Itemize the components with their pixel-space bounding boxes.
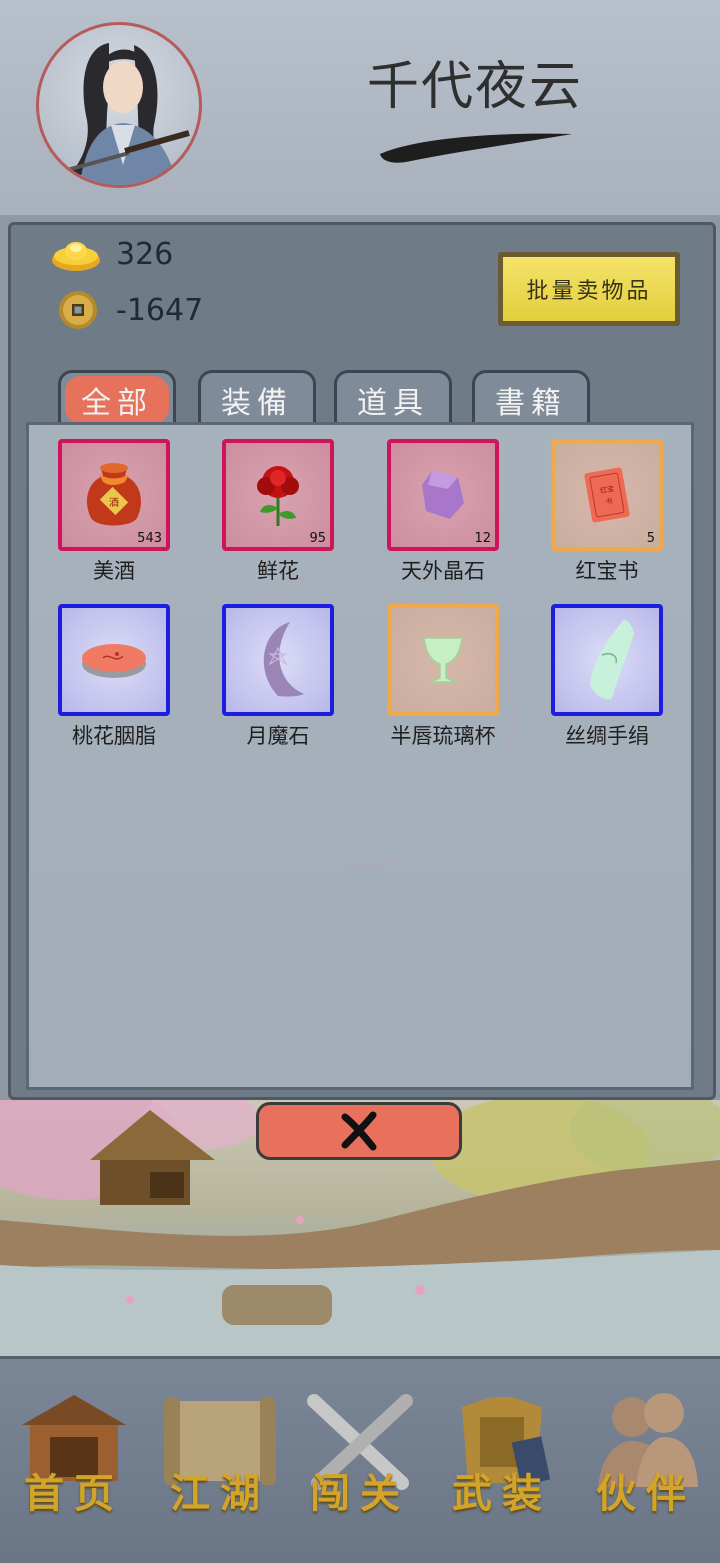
tab-props[interactable]: 道具 (334, 370, 452, 426)
silk-handkerchief-icon (590, 619, 634, 700)
item-frame (58, 604, 170, 716)
item-frame (387, 604, 499, 716)
tab-equipment-label: 装備 (221, 385, 293, 421)
red-book-icon: 红宝 书 (584, 467, 630, 523)
item-frame: 95 (222, 439, 334, 551)
bottom-navigation: 首页 江湖 闯关 武装 伙伴 (0, 1356, 720, 1563)
character-portrait-icon (48, 43, 190, 185)
copper-coin-balance: -1647 (50, 290, 203, 330)
item-name: 月魔石 (246, 724, 310, 748)
close-button[interactable] (256, 1102, 462, 1160)
item-name: 半唇琉璃杯 (390, 724, 496, 748)
item-count: 543 (137, 531, 162, 546)
inventory-item[interactable]: 半唇琉璃杯 (387, 604, 499, 750)
item-count: 12 (474, 531, 491, 546)
nav-home-label: 首页 (24, 1470, 124, 1517)
item-name: 红宝书 (575, 559, 639, 583)
nav-challenge[interactable]: 闯关 (290, 1387, 430, 1537)
gold-ingot-balance: 326 (50, 234, 173, 274)
nav-armory[interactable]: 武装 (432, 1387, 572, 1537)
nav-challenge-label: 闯关 (310, 1470, 410, 1517)
inventory-item[interactable]: 95 鲜花 (222, 439, 334, 585)
nav-armory-label: 武装 (452, 1470, 552, 1517)
nav-jianghu[interactable]: 江湖 (150, 1387, 290, 1537)
inventory-item[interactable]: 丝绸手绢 (551, 604, 663, 750)
close-icon (341, 1111, 377, 1151)
item-frame (222, 604, 334, 716)
svg-text:酒: 酒 (109, 497, 119, 509)
tab-books[interactable]: 書籍 (472, 370, 590, 426)
tab-equipment[interactable]: 装備 (198, 370, 316, 426)
wine-jar-icon: 酒 (87, 463, 141, 526)
copper-coin-icon (59, 291, 97, 329)
item-frame: 红宝 书 5 (551, 439, 663, 551)
inventory-item[interactable]: 12 天外晶石 (387, 439, 499, 585)
nav-home[interactable]: 首页 (4, 1387, 144, 1537)
item-name: 丝绸手绢 (565, 724, 649, 748)
inventory-item[interactable]: 红宝 书 5 红宝书 (551, 439, 663, 585)
gold-ingot-icon (52, 242, 100, 271)
item-count: 5 (646, 531, 655, 546)
item-name: 天外晶石 (401, 559, 485, 583)
gold-ingot-amount: 326 (116, 236, 174, 272)
rose-icon (257, 466, 299, 526)
ink-brush-stroke (380, 133, 572, 163)
item-count: 95 (309, 531, 326, 546)
inventory-item[interactable]: 酒 543 美酒 (58, 439, 170, 585)
inventory-item[interactable]: 月魔石 (222, 604, 334, 750)
tab-all-label: 全部 (65, 375, 169, 424)
item-frame: 酒 543 (58, 439, 170, 551)
item-name: 美酒 (93, 559, 135, 583)
bulk-sell-button[interactable]: 批量卖物品 (498, 252, 680, 326)
item-frame (551, 604, 663, 716)
tab-all[interactable]: 全部 (58, 370, 176, 426)
crystal-icon (422, 471, 464, 519)
bulk-sell-label: 批量卖物品 (503, 257, 675, 321)
nav-companions-label: 伙伴 (596, 1470, 696, 1517)
item-name: 鲜花 (257, 559, 299, 583)
nav-companions[interactable]: 伙伴 (576, 1387, 716, 1537)
moon-stone-icon (263, 622, 304, 697)
item-frame: 12 (387, 439, 499, 551)
profile-header: 千代夜云 (0, 0, 720, 219)
tab-props-label: 道具 (357, 385, 429, 421)
nav-jianghu-label: 江湖 (170, 1470, 270, 1517)
player-name: 千代夜云 (366, 57, 583, 117)
rouge-icon (82, 644, 146, 678)
item-name: 桃花胭脂 (72, 724, 156, 748)
inventory-item[interactable]: 桃花胭脂 (58, 604, 170, 750)
player-avatar[interactable] (36, 22, 202, 188)
glass-cup-icon (423, 637, 463, 683)
copper-coin-amount: -1647 (116, 292, 204, 328)
tab-books-label: 書籍 (495, 385, 567, 421)
